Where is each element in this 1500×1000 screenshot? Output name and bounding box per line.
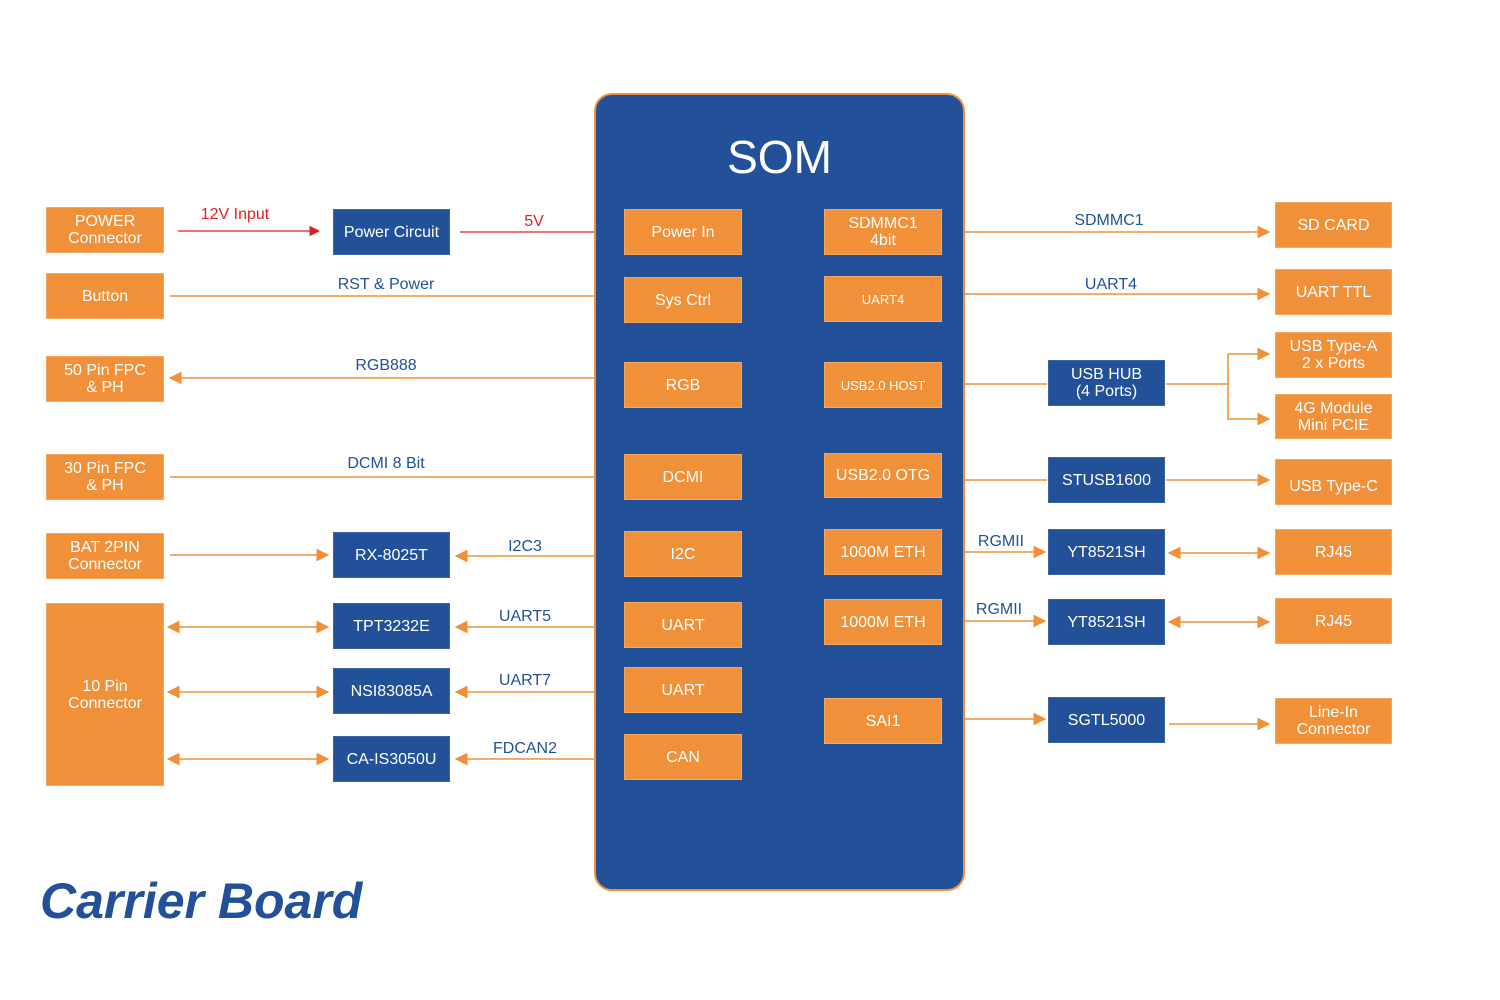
tpt3232e-chip: TPT3232E: [333, 603, 450, 649]
line-in-connector: Line-In Connector: [1275, 698, 1392, 744]
usb-type-c-connector: USB Type-C: [1275, 459, 1392, 505]
som-usb-host: USB2.0 HOST: [824, 362, 942, 408]
power-circuit-chip: Power Circuit: [333, 209, 450, 255]
yt8521sh-chip-2: YT8521SH: [1048, 599, 1165, 645]
wire-hub-4g: [1227, 384, 1271, 426]
label-uart4: UART4: [1084, 276, 1138, 293]
rx8025t-chip: RX-8025T: [333, 532, 450, 578]
som-title: SOM: [727, 131, 832, 183]
label-rgmii-1: RGMII: [977, 533, 1025, 550]
som-eth-2: 1000M ETH: [824, 599, 942, 645]
som-uart-2: UART: [624, 667, 742, 713]
sgtl5000-chip: SGTL5000: [1048, 697, 1165, 743]
sd-card-connector: SD CARD: [1275, 202, 1392, 248]
som-sdmmc1: SDMMC1 4bit: [824, 209, 942, 255]
rj45-connector-1: RJ45: [1275, 529, 1392, 575]
4g-module-connector: 4G Module Mini PCIE: [1275, 394, 1392, 439]
fpc-30pin-connector: 30 Pin FPC & PH: [46, 454, 164, 500]
som-uart4: UART4: [824, 276, 942, 322]
stusb1600-chip: STUSB1600: [1048, 457, 1165, 503]
label-rgmii-2: RGMII: [975, 601, 1023, 618]
wire-hub-typea: [1227, 347, 1271, 384]
10pin-connector: 10 Pin Connector: [46, 603, 164, 786]
label-sdmmc1: SDMMC1: [1074, 212, 1144, 229]
som-rgb: RGB: [624, 362, 742, 408]
usb-type-a-connector: USB Type-A 2 x Ports: [1275, 332, 1392, 378]
button-connector: Button: [46, 273, 164, 319]
som-i2c: I2C: [624, 531, 742, 577]
label-uart5: UART5: [498, 608, 552, 625]
yt8521sh-chip-1: YT8521SH: [1048, 529, 1165, 575]
label-fdcan2: FDCAN2: [492, 740, 558, 757]
label-i2c3: I2C3: [508, 538, 542, 555]
uart-ttl-connector: UART TTL: [1275, 269, 1392, 315]
nsi83085a-chip: NSI83085A: [333, 668, 450, 714]
label-rst-power: RST & Power: [337, 276, 435, 293]
fpc-50pin-connector: 50 Pin FPC & PH: [46, 356, 164, 402]
som-power-in: Power In: [624, 209, 742, 255]
som-can: CAN: [624, 734, 742, 780]
som-eth-1: 1000M ETH: [824, 529, 942, 575]
som-uart-1: UART: [624, 602, 742, 648]
bat-2pin-connector: BAT 2PIN Connector: [46, 533, 164, 579]
ca-is3050u-chip: CA-IS3050U: [333, 736, 450, 782]
label-5v: 5V: [524, 213, 544, 230]
carrier-board-title: Carrier Board: [40, 873, 363, 929]
som-sai1: SAI1: [824, 698, 942, 744]
label-dcmi-8bit: DCMI 8 Bit: [347, 455, 425, 472]
label-12v-input: 12V Input: [200, 206, 270, 223]
som-dcmi: DCMI: [624, 454, 742, 500]
power-connector: POWER Connector: [46, 207, 164, 253]
label-uart7: UART7: [498, 672, 552, 689]
label-rgb888: RGB888: [355, 357, 417, 374]
som-usb-otg: USB2.0 OTG: [824, 453, 942, 498]
usb-hub-chip: USB HUB (4 Ports): [1048, 360, 1165, 406]
rj45-connector-2: RJ45: [1275, 598, 1392, 644]
som-sys-ctrl: Sys Ctrl: [624, 277, 742, 323]
